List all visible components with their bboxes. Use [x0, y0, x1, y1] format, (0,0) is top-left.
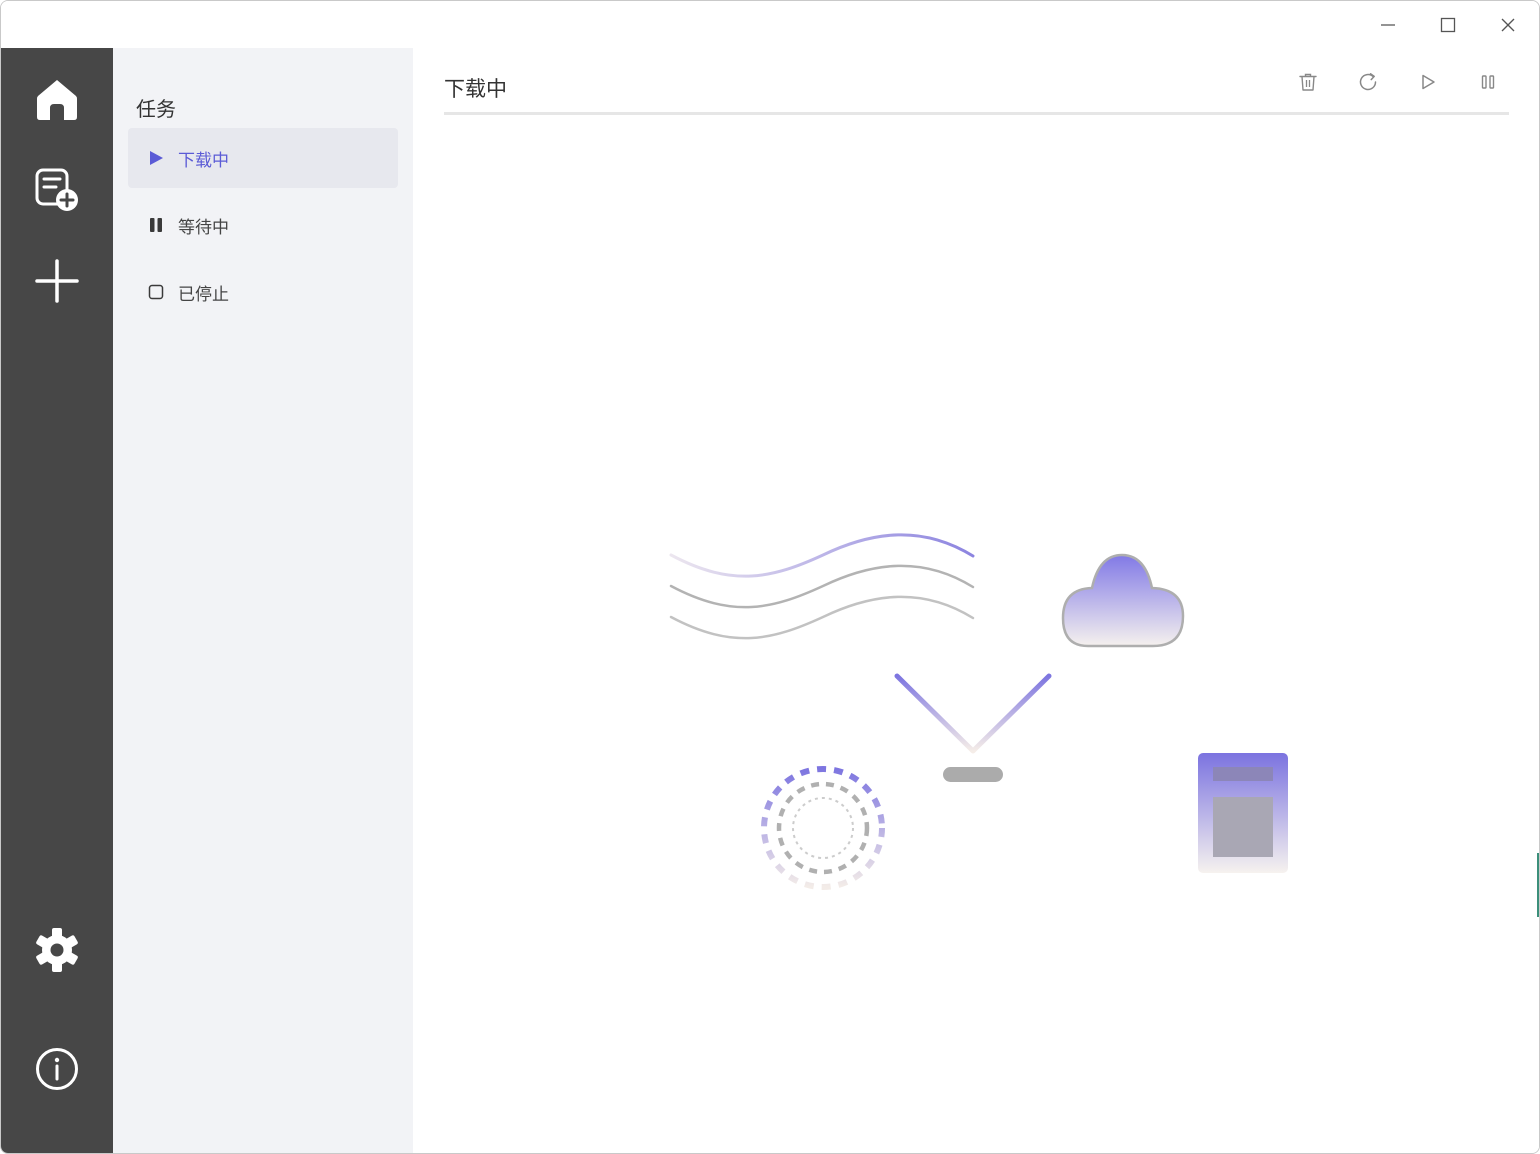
app-window: 任务 下载中 等待中 已停止 下载中: [0, 0, 1540, 1154]
window-edge-marker: [1537, 853, 1539, 917]
task-sidebar: 任务 下载中 等待中 已停止: [113, 48, 413, 1153]
delete-icon: [1299, 73, 1317, 91]
page-title: 下载中: [444, 77, 507, 101]
stop-icon: [146, 282, 166, 302]
pause-button[interactable]: [1472, 66, 1504, 98]
home-button[interactable]: [25, 67, 89, 131]
delete-button[interactable]: [1292, 66, 1324, 98]
start-button[interactable]: [1412, 66, 1444, 98]
close-button[interactable]: [1488, 5, 1528, 45]
new-task-button[interactable]: [25, 158, 89, 222]
nav-item-stopped[interactable]: 已停止: [128, 262, 398, 322]
refresh-button[interactable]: [1352, 66, 1384, 98]
refresh-icon: [1359, 73, 1377, 91]
gear-icon: [36, 928, 78, 972]
maximize-button[interactable]: [1428, 5, 1468, 45]
minimize-icon: [1381, 24, 1395, 26]
main-panel: 下载中: [413, 48, 1539, 1153]
dashed-rings: [761, 766, 885, 890]
base-bar: [943, 767, 1003, 782]
maximize-icon: [1440, 17, 1456, 33]
icon-rail: [1, 48, 113, 1153]
nav-item-label: 下载中: [178, 150, 229, 171]
play-icon: [146, 148, 166, 168]
close-icon: [1501, 18, 1515, 32]
document-card: [1198, 753, 1288, 873]
pause-icon: [1481, 75, 1495, 89]
minimize-button[interactable]: [1368, 5, 1408, 45]
add-button[interactable]: [25, 249, 89, 313]
settings-button[interactable]: [25, 918, 89, 982]
about-button[interactable]: [25, 1037, 89, 1101]
sidebar-title: 任务: [136, 97, 176, 121]
title-divider: [444, 112, 1509, 115]
nav-item-label: 已停止: [178, 284, 229, 305]
down-chevron: [894, 673, 1052, 754]
empty-state-illustration: [669, 533, 1288, 890]
play-icon: [1422, 74, 1435, 90]
cloud-shape: [1061, 553, 1185, 648]
home-icon: [37, 80, 77, 120]
nav-item-waiting[interactable]: 等待中: [128, 195, 398, 255]
title-bar[interactable]: [1, 1, 1539, 48]
nav-item-label: 等待中: [178, 217, 229, 238]
plus-icon: [35, 259, 79, 303]
wave-lines: [669, 533, 975, 640]
nav-item-downloading[interactable]: 下载中: [128, 128, 398, 188]
pause-icon: [146, 215, 166, 235]
info-icon: [36, 1048, 78, 1090]
list-add-icon: [35, 168, 78, 211]
